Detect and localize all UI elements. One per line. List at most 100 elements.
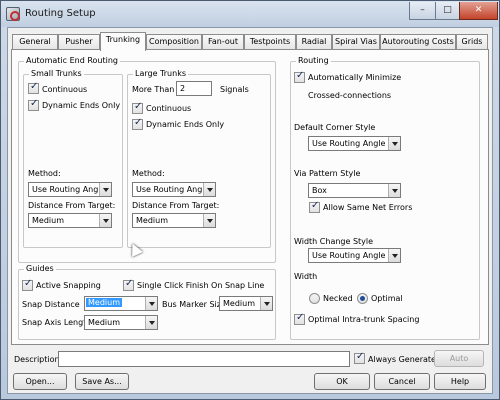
snap-axis-length-label: Snap Axis Length xyxy=(22,318,92,327)
allow-same-net-errors-label: Allow Same Net Errors xyxy=(323,203,413,212)
large-method-select[interactable]: Use Routing Angle xyxy=(132,182,216,197)
ok-button[interactable]: OK xyxy=(314,373,370,390)
necked-label: Necked xyxy=(323,294,353,303)
chevron-down-icon xyxy=(260,297,272,310)
width-change-style-label: Width Change Style xyxy=(294,237,374,246)
tab-trunking[interactable]: Trunking xyxy=(100,32,146,51)
guides-group: Guides Active Snapping Single Click Fini… xyxy=(18,264,276,340)
large-continuous-label: Continuous xyxy=(146,104,192,113)
tab-pusher[interactable]: Pusher xyxy=(58,34,100,50)
small-dynamic-ends-label: Dynamic Ends Only xyxy=(42,101,121,110)
snap-axis-length-value: Medium xyxy=(88,318,120,327)
help-button[interactable]: Help xyxy=(434,373,486,390)
allow-same-net-errors-checkbox[interactable] xyxy=(309,200,320,213)
auto-minimize-label: Automatically Minimize xyxy=(308,73,402,82)
default-corner-style-value: Use Routing Angle xyxy=(312,139,386,148)
window-title: Routing Setup xyxy=(25,8,96,19)
optimal-label: Optimal xyxy=(371,294,403,303)
tab-composition[interactable]: Composition xyxy=(146,34,202,50)
chevron-down-icon xyxy=(388,249,400,262)
small-method-label: Method: xyxy=(28,169,61,178)
single-click-finish-checkbox[interactable] xyxy=(123,278,134,291)
tab-testpoints[interactable]: Testpoints xyxy=(244,34,296,50)
width-label: Width xyxy=(294,272,318,281)
width-change-style-select[interactable]: Use Routing Angle xyxy=(308,248,401,263)
necked-radio[interactable] xyxy=(309,293,320,304)
app-icon xyxy=(6,7,20,21)
bus-marker-size-select[interactable]: Medium xyxy=(219,296,273,311)
active-snapping-checkbox[interactable] xyxy=(22,278,33,291)
active-snapping-label: Active Snapping xyxy=(36,281,101,290)
routing-title: Routing xyxy=(296,56,331,65)
maximize-button[interactable]: □ xyxy=(435,2,460,20)
large-trunks-group: Large Trunks More Than 2 Signals Continu… xyxy=(127,69,271,248)
chevron-down-icon xyxy=(203,214,215,227)
chevron-down-icon xyxy=(145,316,157,329)
tab-general[interactable]: General xyxy=(12,34,58,50)
tab-fan-out[interactable]: Fan-out xyxy=(202,34,244,50)
small-trunks-group: Small Trunks Continuous Dynamic Ends Onl… xyxy=(23,69,123,248)
description-label: Description: xyxy=(14,355,63,364)
via-pattern-style-value: Box xyxy=(312,186,327,195)
optimal-intra-trunk-checkbox[interactable] xyxy=(294,312,305,325)
chevron-down-icon xyxy=(388,184,400,197)
routing-group: Routing Automatically Minimize Crossed-c… xyxy=(290,56,480,340)
small-distance-select[interactable]: Medium xyxy=(28,213,112,228)
large-distance-value: Medium xyxy=(136,216,168,225)
save-as-button[interactable]: Save As... xyxy=(75,373,129,390)
large-method-value: Use Routing Angle xyxy=(136,185,210,194)
small-method-select[interactable]: Use Routing Angle xyxy=(28,182,112,197)
minimize-button[interactable]: – xyxy=(409,2,436,20)
small-dynamic-ends-checkbox[interactable] xyxy=(28,98,39,111)
optimal-radio[interactable] xyxy=(357,293,368,304)
small-trunks-title: Small Trunks xyxy=(29,69,84,78)
trunking-panel: Automatic End Routing Small Trunks Conti… xyxy=(11,49,489,345)
description-input[interactable] xyxy=(58,351,350,367)
small-continuous-checkbox[interactable] xyxy=(28,81,39,94)
close-button[interactable]: ✕ xyxy=(459,2,498,20)
chevron-down-icon xyxy=(388,137,400,150)
tab-strip: General Pusher Trunking Composition Fan-… xyxy=(8,32,494,51)
chevron-down-icon xyxy=(203,183,215,196)
large-distance-label: Distance From Target: xyxy=(132,201,220,210)
default-corner-style-select[interactable]: Use Routing Angle xyxy=(308,136,401,151)
dialog-client: General Pusher Trunking Composition Fan-… xyxy=(7,27,493,394)
routing-setup-window: Routing Setup – □ ✕ General Pusher Trunk… xyxy=(0,0,500,400)
chevron-down-icon xyxy=(99,214,111,227)
snap-distance-value: Medium xyxy=(86,298,122,307)
auto-button[interactable]: Auto xyxy=(434,350,484,367)
small-distance-label: Distance From Target: xyxy=(28,201,116,210)
large-dynamic-ends-label: Dynamic Ends Only xyxy=(146,120,225,129)
large-distance-select[interactable]: Medium xyxy=(132,213,216,228)
bus-marker-size-value: Medium xyxy=(223,299,255,308)
via-pattern-style-label: Via Pattern Style xyxy=(294,169,361,178)
snap-distance-label: Snap Distance xyxy=(22,300,80,309)
large-dynamic-ends-checkbox[interactable] xyxy=(132,117,143,130)
tab-autorouting-costs[interactable]: Autorouting Costs xyxy=(380,34,456,50)
always-generate-checkbox[interactable] xyxy=(354,351,365,364)
title-bar[interactable]: Routing Setup – □ ✕ xyxy=(1,1,499,27)
small-method-value: Use Routing Angle xyxy=(32,185,106,194)
tab-grids[interactable]: Grids xyxy=(456,34,488,50)
tab-radial[interactable]: Radial xyxy=(296,34,332,50)
large-method-label: Method: xyxy=(132,169,165,178)
cancel-button[interactable]: Cancel xyxy=(374,373,430,390)
bus-marker-size-label: Bus Marker Size xyxy=(162,300,226,309)
via-pattern-style-select[interactable]: Box xyxy=(308,183,401,198)
always-generate-label: Always Generate xyxy=(368,355,436,364)
more-than-value: 2 xyxy=(180,84,186,93)
auto-minimize-checkbox[interactable] xyxy=(294,70,305,83)
single-click-finish-label: Single Click Finish On Snap Line xyxy=(137,281,265,290)
chevron-down-icon xyxy=(145,297,157,310)
more-than-label: More Than xyxy=(132,85,175,94)
large-continuous-checkbox[interactable] xyxy=(132,101,143,114)
open-button[interactable]: Open... xyxy=(13,373,67,390)
snap-axis-length-select[interactable]: Medium xyxy=(84,315,158,330)
small-distance-value: Medium xyxy=(32,216,64,225)
snap-distance-select[interactable]: Medium xyxy=(84,296,158,311)
tab-spiral-vias[interactable]: Spiral Vias xyxy=(332,34,380,50)
optimal-intra-trunk-label: Optimal Intra-trunk Spacing xyxy=(308,315,420,324)
automatic-end-routing-title: Automatic End Routing xyxy=(24,56,120,65)
small-continuous-label: Continuous xyxy=(42,85,88,94)
more-than-input[interactable]: 2 xyxy=(176,81,212,96)
